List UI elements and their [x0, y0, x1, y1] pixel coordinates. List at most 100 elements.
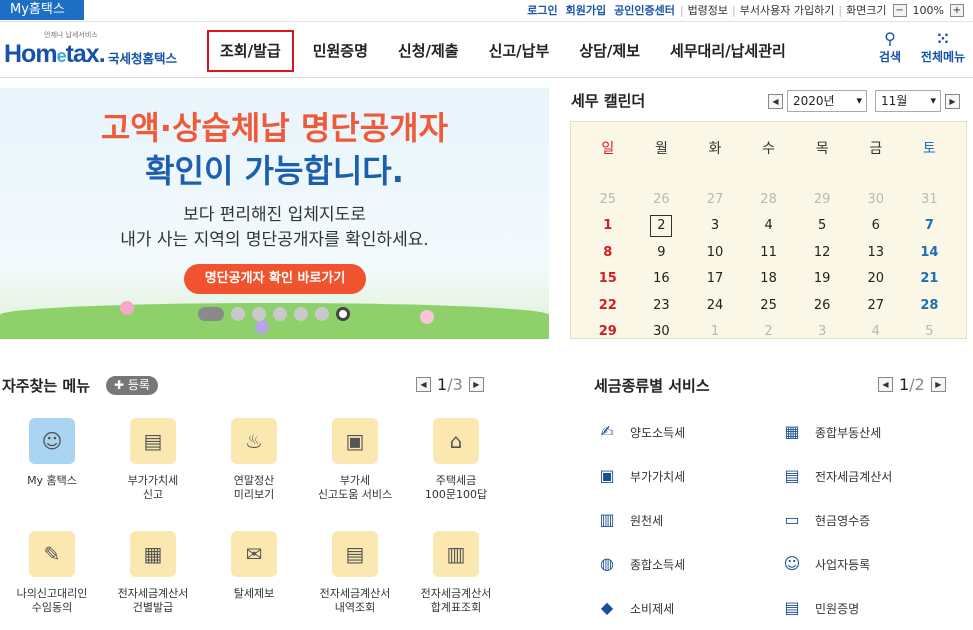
calendar-day[interactable]: 14: [903, 242, 957, 266]
calendar-day[interactable]: 26: [795, 295, 849, 319]
calendar-day[interactable]: 27: [849, 295, 903, 319]
calendar-day[interactable]: 28: [903, 295, 957, 319]
tax-service-item[interactable]: ☺ 사업자등록: [779, 553, 871, 575]
signup-link[interactable]: 회원가입: [566, 2, 606, 18]
calendar-day[interactable]: 9: [635, 242, 689, 266]
prev-month-button[interactable]: ◀: [768, 93, 783, 109]
calendar-day[interactable]: 4: [742, 215, 796, 239]
calendar-day[interactable]: 15: [581, 268, 635, 292]
banner-text-2: 내가 사는 지역의 명단공개자를 확인하세요.: [120, 230, 429, 250]
favorite-menu-item[interactable]: ▣ 부가세 신고도움 서비스: [305, 418, 405, 502]
slide-dot-4[interactable]: [273, 307, 287, 321]
favorite-menu-item[interactable]: ▤ 부가가치세 신고: [103, 418, 203, 502]
favorite-menu-item[interactable]: ▦ 전자세금계산서 건별발급: [103, 531, 203, 615]
utility-links: 로그인 회원가입 공인인증센터 | 법령정보 | 부서사용자 가입하기 | 화면…: [523, 0, 967, 20]
calendar-day[interactable]: 10: [688, 242, 742, 266]
tax-service-item[interactable]: ▤ 전자세금계산서: [779, 465, 892, 487]
nav-inquiry-issue[interactable]: 조회/발급: [207, 30, 294, 72]
calendar-day[interactable]: 23: [635, 295, 689, 319]
favorites-next-button[interactable]: ▶: [468, 377, 484, 392]
banner-cta-button[interactable]: 명단공개자 확인 바로가기: [184, 264, 366, 294]
nav-apply-submit[interactable]: 신청/제출: [387, 30, 470, 72]
calendar-day[interactable]: 24: [688, 295, 742, 319]
favorite-menu-item[interactable]: ⌂ 주택세금 100문100답: [406, 418, 506, 502]
slide-dot-5[interactable]: [294, 307, 308, 321]
banner-text-1: 보다 편리해진 입체지도로: [183, 205, 366, 225]
calendar-day[interactable]: 16: [635, 268, 689, 292]
withholding-icon: ▥: [599, 510, 615, 529]
calendar-day[interactable]: 8: [581, 242, 635, 266]
month-select[interactable]: 11월: [875, 90, 941, 112]
favorites-prev-button[interactable]: ◀: [416, 377, 431, 392]
year-select[interactable]: 2020년: [787, 90, 867, 112]
slide-dot-6[interactable]: [315, 307, 329, 321]
tax-service-item[interactable]: ▭ 현금영수증: [779, 509, 870, 531]
favorite-menu-item[interactable]: ☺ My 홈택스: [2, 418, 102, 488]
nav-civil-certificate[interactable]: 민원증명: [302, 30, 379, 72]
dept-user-join-link[interactable]: 부서사용자 가입하기: [740, 2, 835, 18]
calendar-day[interactable]: 18: [742, 268, 796, 292]
tax-service-item[interactable]: ◆ 소비제세: [594, 597, 674, 619]
tax-service-item[interactable]: ▦ 종합부동산세: [779, 421, 881, 443]
hometax-logo[interactable]: 언제나 납세서비스 Hometax. 국세청홈택스: [4, 28, 194, 72]
calendar-day[interactable]: 12: [795, 242, 849, 266]
nav-report-pay[interactable]: 신고/납부: [478, 30, 561, 72]
calendar-day[interactable]: 1: [581, 215, 635, 239]
calendar-day[interactable]: 29: [581, 321, 635, 345]
slide-dot-1[interactable]: [198, 307, 224, 321]
search-icon: ⚲: [884, 29, 896, 48]
calendar-day[interactable]: 30: [635, 321, 689, 345]
calendar-day[interactable]: 21: [903, 268, 957, 292]
favorite-menu-item[interactable]: ✉ 탈세제보: [204, 531, 304, 601]
slide-dot-3[interactable]: [252, 307, 266, 321]
tax-service-prev-button[interactable]: ◀: [878, 377, 893, 392]
tax-service-item[interactable]: ✍ 양도소득세: [594, 421, 685, 443]
zoom-in-button[interactable]: +: [950, 3, 964, 17]
calendar-day-today[interactable]: 2: [635, 215, 689, 239]
all-menu-button[interactable]: ⁙ 전체메뉴: [917, 30, 969, 65]
favorites-register-button[interactable]: ✚ 등록: [106, 376, 158, 395]
search-button[interactable]: ⚲ 검색: [875, 30, 905, 65]
calendar-day[interactable]: 5: [795, 215, 849, 239]
tax-service-item[interactable]: ▣ 부가가치세: [594, 465, 685, 487]
divider: |: [732, 3, 736, 17]
calendar-day[interactable]: 22: [581, 295, 635, 319]
calendar-controls: ◀ 2020년 11월 ▶: [768, 90, 960, 112]
tax-service-item[interactable]: ▤ 민원증명: [779, 597, 859, 619]
calendar-day[interactable]: 17: [688, 268, 742, 292]
calendar-day[interactable]: 6: [849, 215, 903, 239]
favorite-menu-item[interactable]: ▤ 전자세금계산서 내역조회: [305, 531, 405, 615]
tax-service-label: 종합부동산세: [815, 425, 882, 440]
login-link[interactable]: 로그인: [527, 2, 557, 18]
vat-icon: ▤: [130, 418, 176, 464]
calendar-day[interactable]: 19: [795, 268, 849, 292]
tax-service-item[interactable]: ◍ 종합소득세: [594, 553, 685, 575]
nav-tax-agent[interactable]: 세무대리/납세관리: [659, 30, 797, 72]
tax-service-pager: ◀ 1/2 ▶: [872, 375, 952, 394]
main-banner[interactable]: 고액·상습체납 명단공개자 확인이 가능합니다. 보다 편리해진 입체지도로 내…: [0, 88, 549, 339]
certificate-center-link[interactable]: 공인인증센터: [614, 2, 675, 18]
tax-service-next-button[interactable]: ▶: [930, 377, 946, 392]
calendar-day[interactable]: 25: [742, 295, 796, 319]
tax-service-item[interactable]: ▥ 원천세: [594, 509, 663, 531]
calendar-day[interactable]: 20: [849, 268, 903, 292]
law-info-link[interactable]: 법령정보: [688, 2, 728, 18]
house-icon: ⌂: [433, 418, 479, 464]
favorite-menu-label: 부가세 신고도움 서비스: [317, 474, 393, 501]
zoom-out-button[interactable]: −: [892, 3, 907, 17]
my-hometax-tab[interactable]: My홈택스: [0, 0, 84, 20]
next-month-button[interactable]: ▶: [945, 93, 960, 109]
favorite-menu-item[interactable]: ♨ 연말정산 미리보기: [204, 418, 304, 502]
favorite-menu-item[interactable]: ▥ 전자세금계산서 합계표조회: [406, 531, 506, 615]
nav-consult-tip[interactable]: 상담/제보: [568, 30, 651, 72]
favorite-menu-item[interactable]: ✎ 나의신고대리인 수임동의: [2, 531, 102, 615]
calendar-day[interactable]: 3: [688, 215, 742, 239]
flower-decoration: [120, 301, 134, 315]
calendar-day[interactable]: 11: [742, 242, 796, 266]
tax-service-label: 소비제세: [630, 601, 675, 616]
calendar-day[interactable]: 13: [849, 242, 903, 266]
calculator-icon: ▦: [130, 531, 176, 577]
slide-dot-2[interactable]: [231, 307, 245, 321]
slide-pause-button[interactable]: [336, 307, 350, 321]
calendar-day[interactable]: 7: [903, 215, 957, 239]
